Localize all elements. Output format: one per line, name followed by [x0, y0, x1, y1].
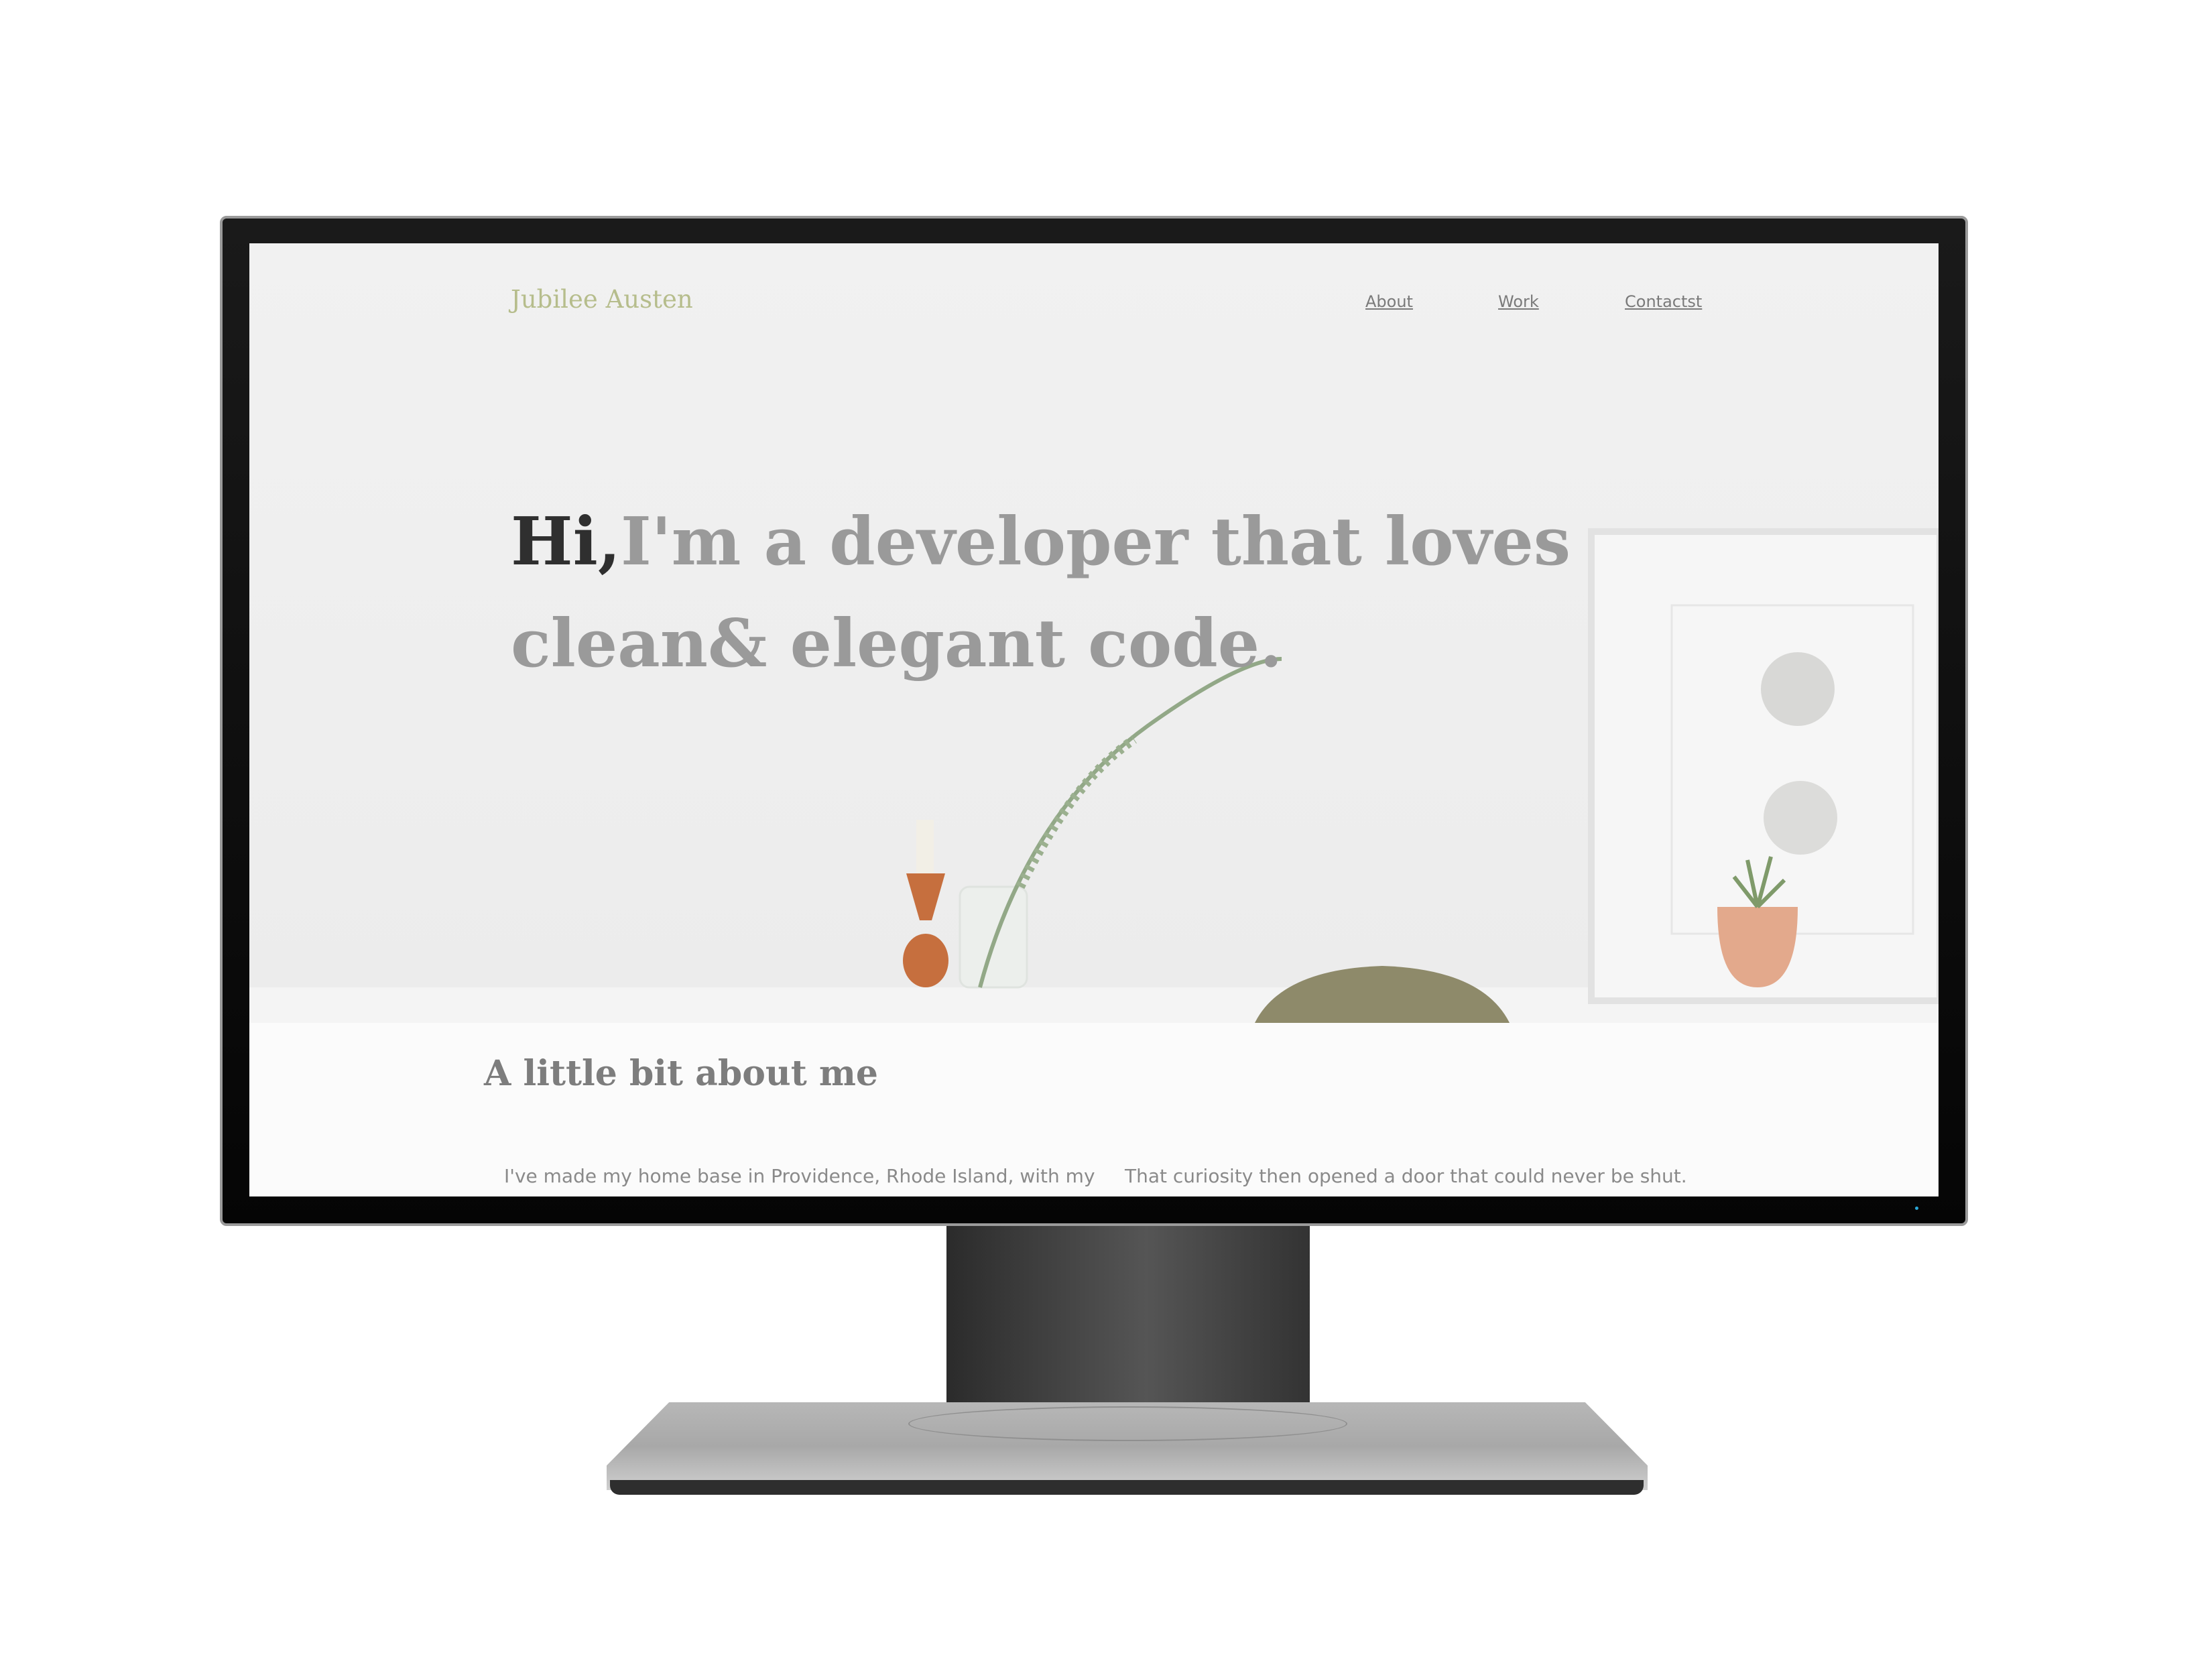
monitor-screen: Jubilee Austen About Work Contactst Hi,I…	[249, 243, 1939, 1196]
power-indicator	[1915, 1207, 1918, 1210]
nav-link-about[interactable]: About	[1365, 292, 1413, 311]
monitor-base-foot	[610, 1480, 1644, 1495]
about-text-right: That curiosity then opened a door that c…	[1125, 1165, 1687, 1187]
hero-line-2: clean& elegant code.	[511, 605, 1283, 682]
monitor-stand-neck	[946, 1226, 1310, 1420]
hero-headline: Hi,I'm a developer that loves clean& ele…	[511, 491, 1650, 695]
nav-link-work[interactable]: Work	[1498, 292, 1539, 311]
site-logo[interactable]: Jubilee Austen	[511, 285, 693, 314]
hero-section: Jubilee Austen About Work Contactst Hi,I…	[249, 243, 1939, 1023]
hero-greeting: Hi,	[511, 503, 621, 580]
about-heading: A little bit about me	[484, 1053, 878, 1094]
hero-line-1: I'm a developer that loves	[620, 503, 1571, 580]
nav-link-contact[interactable]: Contactst	[1625, 292, 1702, 311]
about-text-left: I've made my home base in Providence, Rh…	[504, 1165, 1095, 1187]
monitor-base-ring	[908, 1406, 1347, 1441]
